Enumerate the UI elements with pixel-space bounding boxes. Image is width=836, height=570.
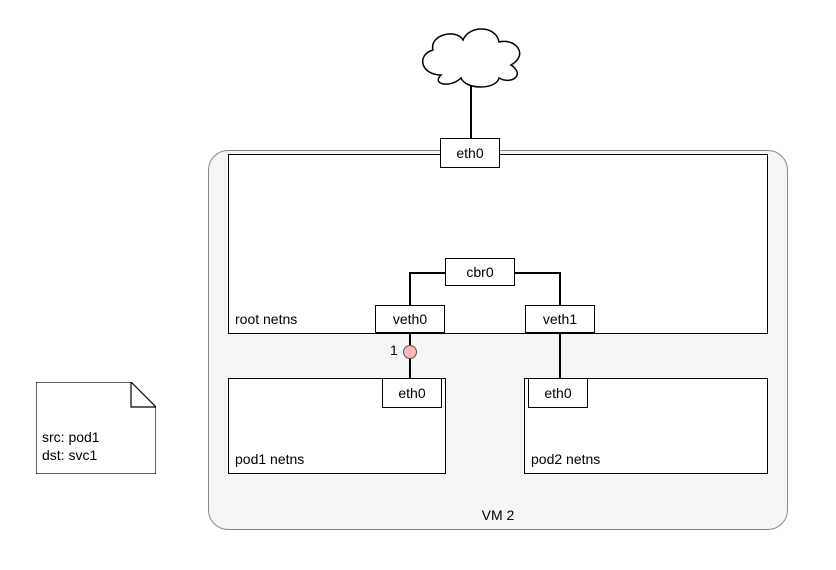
- cloud-icon: [411, 20, 531, 90]
- packet-note: src: pod1 dst: svc1: [36, 382, 156, 474]
- pod1-eth0-label: eth0: [398, 385, 425, 401]
- pod1-netns-label: pod1 netns: [235, 451, 304, 467]
- line-cbr0-veth1-v1: [559, 272, 561, 305]
- root-netns-label: root netns: [235, 311, 297, 327]
- veth0: veth0: [375, 305, 445, 333]
- line-cloud-eth0: [470, 85, 472, 140]
- veth0-label: veth0: [393, 311, 427, 327]
- cbr0: cbr0: [445, 258, 515, 286]
- note-line2: dst: svc1: [42, 446, 100, 464]
- veth1-label: veth1: [543, 311, 577, 327]
- line-veth1-pod2eth0: [559, 333, 561, 378]
- line-cbr0-veth0-h: [409, 272, 445, 274]
- marker-1-label: 1: [390, 342, 398, 358]
- marker-1: [403, 345, 417, 359]
- eth0-top-label: eth0: [456, 145, 483, 161]
- note-line1: src: pod1: [42, 428, 100, 446]
- pod1-eth0: eth0: [382, 378, 442, 408]
- line-cbr0-veth0-v1: [409, 272, 411, 305]
- veth1: veth1: [525, 305, 595, 333]
- pod2-eth0-label: eth0: [544, 385, 571, 401]
- line-cbr0-veth1-h: [515, 272, 560, 274]
- cbr0-label: cbr0: [466, 264, 493, 280]
- eth0-top: eth0: [440, 138, 500, 168]
- pod2-eth0: eth0: [528, 378, 588, 408]
- pod2-netns-label: pod2 netns: [531, 451, 600, 467]
- vm2-label: VM 2: [482, 507, 515, 523]
- root-netns-box: root netns: [228, 154, 768, 334]
